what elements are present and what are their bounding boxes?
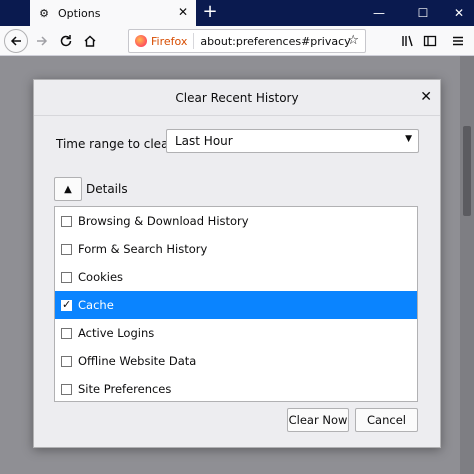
menu-button[interactable] bbox=[446, 29, 470, 53]
item-label: Site Preferences bbox=[78, 382, 172, 396]
checkbox[interactable] bbox=[61, 271, 72, 283]
tab-options[interactable]: ⚙ Options ✕ bbox=[30, 0, 196, 26]
item-label: Browsing & Download History bbox=[78, 214, 249, 228]
list-item[interactable]: Active Logins bbox=[55, 319, 417, 347]
forward-arrow-icon bbox=[37, 36, 48, 46]
library-button[interactable] bbox=[396, 29, 420, 53]
back-arrow-icon bbox=[10, 36, 21, 46]
home-icon bbox=[84, 35, 96, 47]
list-item[interactable]: Site Preferences bbox=[55, 375, 417, 403]
home-button[interactable] bbox=[78, 29, 102, 53]
page-scrollbar[interactable] bbox=[460, 56, 474, 474]
item-label: Form & Search History bbox=[78, 242, 208, 256]
sidebar-button[interactable] bbox=[418, 29, 442, 53]
gear-icon: ⚙ bbox=[39, 6, 49, 20]
item-label: Cookies bbox=[78, 270, 124, 284]
bookmark-star-icon[interactable]: ☆ bbox=[347, 33, 359, 48]
list-item[interactable]: Cookies bbox=[55, 263, 417, 291]
forward-button[interactable] bbox=[30, 29, 54, 53]
clear-history-dialog: Clear Recent History ✕ Time range to cle… bbox=[33, 79, 441, 448]
page-scrollbar-thumb[interactable] bbox=[463, 126, 471, 216]
reload-icon bbox=[60, 35, 72, 47]
chevron-down-icon: ▼ bbox=[405, 134, 412, 144]
details-toggle-button[interactable]: ▲ bbox=[54, 177, 82, 201]
maximize-button[interactable]: ☐ bbox=[408, 0, 438, 26]
new-tab-button[interactable]: + bbox=[200, 2, 220, 24]
time-range-value: Last Hour bbox=[175, 134, 233, 148]
checkbox[interactable] bbox=[61, 383, 72, 395]
list-item[interactable]: Cache bbox=[55, 291, 417, 319]
clear-now-button[interactable]: Clear Now bbox=[287, 408, 349, 432]
item-label: Offline Website Data bbox=[78, 354, 197, 368]
dialog-title: Clear Recent History bbox=[175, 90, 299, 105]
back-button[interactable] bbox=[4, 29, 28, 53]
checkbox[interactable] bbox=[61, 355, 72, 367]
cancel-button[interactable]: Cancel bbox=[355, 408, 418, 432]
list-item[interactable]: Form & Search History bbox=[55, 235, 417, 263]
nav-toolbar: Firefox about:preferences#privacy ☆ bbox=[0, 26, 474, 56]
tab-title: Options bbox=[58, 6, 101, 20]
dialog-header: Clear Recent History ✕ bbox=[34, 80, 440, 116]
item-label: Cache bbox=[78, 298, 114, 312]
hamburger-menu-icon bbox=[453, 36, 463, 46]
chevron-up-icon: ▲ bbox=[64, 183, 72, 195]
checkbox[interactable] bbox=[61, 327, 72, 339]
checkbox[interactable] bbox=[61, 243, 72, 255]
firefox-icon bbox=[135, 35, 147, 47]
history-items-list: Browsing & Download History Form & Searc… bbox=[54, 206, 418, 402]
minimize-button[interactable]: — bbox=[364, 0, 394, 26]
reload-button[interactable] bbox=[54, 29, 78, 53]
list-item[interactable]: Offline Website Data bbox=[55, 347, 417, 375]
item-label: Active Logins bbox=[78, 326, 155, 340]
url-bar[interactable]: Firefox about:preferences#privacy ☆ bbox=[128, 29, 366, 53]
checkbox[interactable] bbox=[61, 215, 72, 227]
list-item[interactable]: Browsing & Download History bbox=[55, 207, 417, 235]
checkbox[interactable] bbox=[61, 298, 72, 311]
identity-label: Firefox bbox=[151, 34, 188, 48]
library-icon bbox=[402, 35, 413, 47]
time-range-row: Time range to clear: Last Hour ▼ bbox=[56, 129, 419, 153]
sidebar-icon bbox=[423, 35, 437, 47]
time-range-select[interactable]: Last Hour ▼ bbox=[166, 129, 419, 153]
time-range-label: Time range to clear: bbox=[56, 137, 178, 151]
details-label: Details bbox=[86, 182, 128, 196]
close-window-button[interactable]: ✕ bbox=[444, 0, 474, 26]
url-text[interactable]: about:preferences#privacy bbox=[200, 35, 350, 48]
tab-close-icon[interactable]: ✕ bbox=[178, 5, 188, 19]
identity-box[interactable]: Firefox bbox=[129, 33, 195, 49]
dialog-close-icon[interactable]: ✕ bbox=[420, 89, 432, 105]
tab-strip: ⚙ Options ✕ + — ☐ ✕ bbox=[0, 0, 474, 26]
